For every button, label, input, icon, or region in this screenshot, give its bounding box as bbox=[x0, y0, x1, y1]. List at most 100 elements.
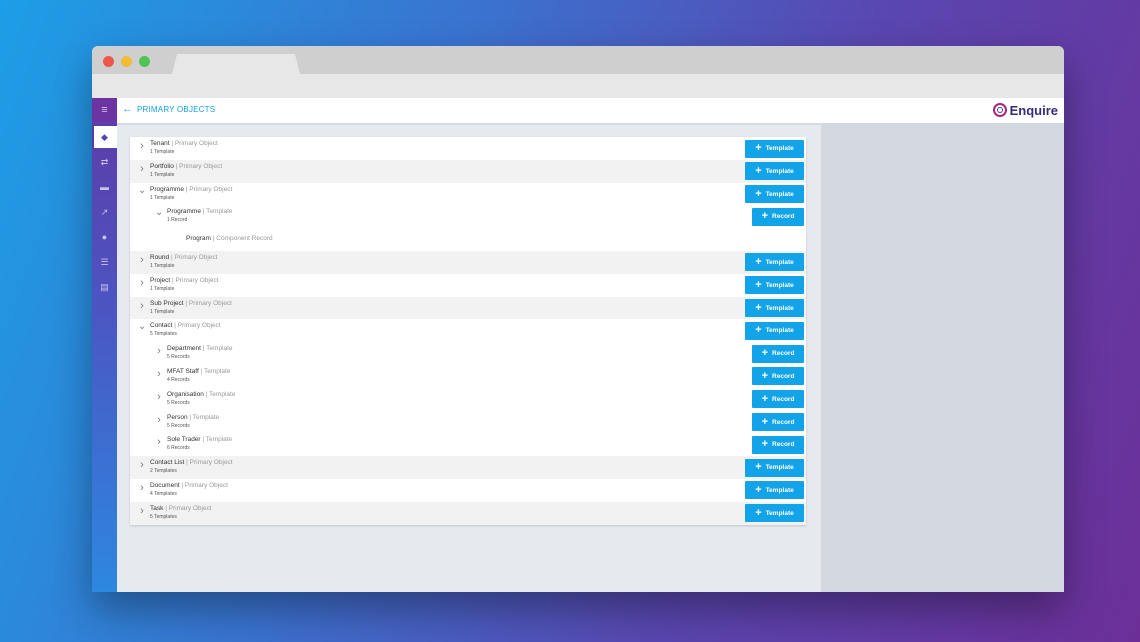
item-name: Sub Project | Primary Object bbox=[150, 300, 232, 307]
item-count: 4 Templates bbox=[150, 490, 177, 497]
item-title: Person bbox=[167, 413, 188, 421]
routes-icon[interactable]: ⇄ bbox=[92, 151, 117, 173]
add-template-button[interactable]: + Template bbox=[745, 253, 804, 272]
chevron-right-icon[interactable]: › bbox=[155, 345, 163, 357]
template-row[interactable]: › Department | Template 5 Records + Record bbox=[130, 342, 806, 365]
plus-icon: + bbox=[755, 324, 762, 337]
minimize-window-button[interactable] bbox=[121, 56, 132, 67]
add-record-button[interactable]: + Record bbox=[752, 435, 804, 454]
item-name: Round | Primary Object bbox=[150, 254, 217, 261]
add-record-label: Record bbox=[772, 441, 795, 449]
object-row[interactable]: › Contact List | Primary Object 2 Template… bbox=[130, 456, 806, 479]
maximize-window-button[interactable] bbox=[139, 56, 150, 67]
item-count: 5 Templates bbox=[150, 513, 177, 520]
item-name: Project | Primary Object bbox=[150, 277, 219, 284]
back-arrow-icon[interactable]: ← bbox=[122, 103, 133, 115]
add-template-button[interactable]: + Template bbox=[745, 458, 804, 477]
add-record-button[interactable]: + Record bbox=[752, 390, 804, 409]
plus-icon: + bbox=[755, 187, 762, 200]
item-title: Programme bbox=[150, 185, 184, 193]
chevron-right-icon[interactable]: › bbox=[138, 505, 146, 517]
item-name: Sole Trader | Template bbox=[167, 436, 232, 443]
object-row[interactable]: › Project | Primary Object 1 Template + Temp… bbox=[130, 274, 806, 297]
close-window-button[interactable] bbox=[103, 56, 114, 67]
plus-icon: + bbox=[761, 415, 769, 428]
chevron-down-icon[interactable]: ⌄ bbox=[138, 321, 146, 332]
add-record-button[interactable]: + Record bbox=[752, 413, 804, 432]
add-template-button[interactable]: + Template bbox=[745, 276, 804, 295]
object-row[interactable]: › Round | Primary Object 1 Template + Templa… bbox=[130, 250, 806, 274]
add-template-button[interactable]: + Template bbox=[745, 481, 804, 500]
template-row[interactable]: › Sole Trader | Template 6 Records + Record bbox=[130, 433, 806, 456]
item-kind: | Primary Object bbox=[181, 481, 228, 489]
chevron-down-icon[interactable]: ⌄ bbox=[155, 207, 163, 218]
item-kind: | Template bbox=[200, 367, 231, 375]
object-row[interactable]: › Task | Primary Object 5 Templates + Templa… bbox=[130, 501, 806, 525]
template-row[interactable]: › MFAT Staff | Template 4 Records + Record bbox=[130, 365, 806, 388]
item-kind: | Primary Object bbox=[185, 299, 232, 307]
component-name: Program bbox=[186, 235, 211, 243]
add-record-button[interactable]: + Record bbox=[752, 344, 804, 363]
add-template-label: Template bbox=[765, 304, 794, 312]
object-row[interactable]: › Document | Primary Object 4 Templates + Te… bbox=[130, 479, 806, 502]
object-row[interactable]: ⌄ Programme | Primary Object 1 Template + Te… bbox=[130, 183, 806, 206]
component-kind: | Component Record bbox=[212, 235, 273, 243]
document-icon[interactable]: ▤ bbox=[92, 276, 117, 298]
object-row[interactable]: › Sub Project | Primary Object 1 Template +… bbox=[130, 296, 806, 320]
chevron-right-icon[interactable]: › bbox=[138, 300, 146, 312]
add-template-button[interactable]: + Template bbox=[745, 139, 804, 158]
add-template-label: Template bbox=[765, 167, 794, 175]
object-row[interactable]: ⌄ Contact | Primary Object 5 Templates + Tem… bbox=[130, 319, 806, 342]
item-count: 1 Record bbox=[167, 217, 188, 224]
add-template-button[interactable]: + Template bbox=[745, 321, 804, 340]
layers-icon[interactable]: ◆ bbox=[92, 126, 117, 148]
template-row[interactable]: ⌄ Programme | Template 1 Record + Record bbox=[130, 205, 806, 228]
chevron-right-icon[interactable]: › bbox=[138, 482, 146, 494]
primary-objects-list: › Tenant | Primary Object 1 Template + Templ… bbox=[130, 137, 806, 525]
object-row[interactable]: › Portfolio | Primary Object 1 Template + Te… bbox=[130, 159, 806, 183]
add-record-button[interactable]: + Record bbox=[752, 367, 804, 386]
shield-icon[interactable]: ● bbox=[92, 226, 117, 248]
item-name: Organisation | Template bbox=[167, 391, 235, 398]
chevron-right-icon[interactable]: › bbox=[138, 140, 146, 152]
item-name: Department | Template bbox=[167, 345, 233, 352]
chevron-right-icon[interactable]: › bbox=[155, 391, 163, 403]
component-row[interactable]: Program | Component Record bbox=[130, 228, 806, 251]
browser-toolbar bbox=[92, 74, 1064, 98]
object-row[interactable]: › Tenant | Primary Object 1 Template + Templ… bbox=[130, 137, 806, 160]
item-kind: | Primary Object bbox=[185, 185, 233, 193]
book-icon[interactable]: ▬ bbox=[92, 176, 117, 198]
plus-icon: + bbox=[761, 438, 769, 451]
chevron-right-icon[interactable]: › bbox=[138, 163, 146, 175]
chevron-right-icon[interactable]: › bbox=[138, 459, 146, 471]
chevron-down-icon[interactable]: ⌄ bbox=[138, 185, 146, 196]
item-title: Organisation bbox=[167, 390, 204, 398]
chevron-right-icon[interactable]: › bbox=[138, 277, 146, 289]
chevron-right-icon[interactable]: › bbox=[155, 414, 163, 426]
chevron-right-icon[interactable]: › bbox=[155, 436, 163, 448]
chevron-right-icon[interactable]: › bbox=[155, 368, 163, 380]
chevron-right-icon[interactable]: › bbox=[138, 254, 146, 266]
item-kind: | Primary Object bbox=[186, 459, 233, 467]
trend-icon[interactable]: ↗ bbox=[92, 201, 117, 223]
title-bar bbox=[92, 46, 1064, 74]
add-template-label: Template bbox=[765, 145, 794, 152]
add-template-button[interactable]: + Template bbox=[745, 299, 804, 318]
browser-tab[interactable] bbox=[172, 54, 300, 74]
sidebar: ≡ ◆ ⇄ ▬ ↗ ● ☰ ▤ bbox=[92, 98, 117, 592]
add-record-label: Record bbox=[772, 213, 795, 221]
add-template-button[interactable]: + Template bbox=[745, 162, 804, 181]
add-template-button[interactable]: + Template bbox=[745, 504, 804, 523]
template-row[interactable]: › Person | Template 5 Records + Record bbox=[130, 411, 806, 434]
add-template-button[interactable]: + Template bbox=[745, 185, 804, 204]
item-kind: | Primary Object bbox=[165, 504, 212, 512]
main-content: › Tenant | Primary Object 1 Template + Templ… bbox=[117, 125, 821, 592]
plus-icon: + bbox=[755, 461, 762, 474]
list-icon[interactable]: ☰ bbox=[92, 251, 117, 273]
item-count: 2 Templates bbox=[150, 468, 177, 475]
page-header: ← PRIMARY OBJECTS Enquire bbox=[117, 98, 1064, 125]
template-row[interactable]: › Organisation | Template 5 Records + Record bbox=[130, 388, 806, 411]
item-title: Task bbox=[150, 504, 164, 512]
add-record-button[interactable]: + Record bbox=[752, 207, 804, 226]
menu-icon[interactable]: ≡ bbox=[92, 98, 117, 122]
